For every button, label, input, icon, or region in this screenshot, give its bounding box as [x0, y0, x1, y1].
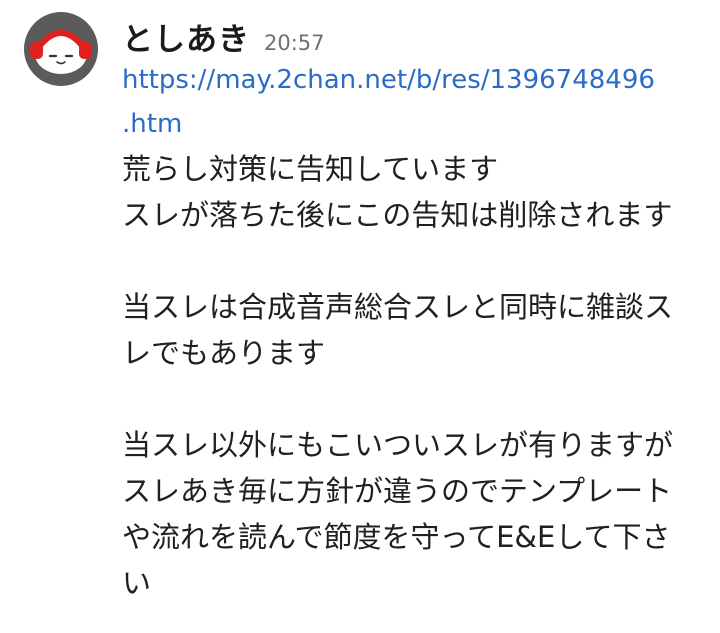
- message-header: としあき 20:57: [122, 14, 712, 58]
- headphone-face-avatar-icon: [30, 30, 92, 74]
- avatar[interactable]: [24, 12, 98, 86]
- message-paragraph: 当スレは合成音声総合スレと同時に雑談ス レでもあります: [122, 284, 712, 376]
- message-line: 当スレは合成音声総合スレと同時に雑談ス: [122, 290, 674, 324]
- message-line: 当スレ以外にもこいついスレが有りますが: [122, 428, 674, 462]
- message-paragraph: 当スレ以外にもこいついスレが有りますが スレあき毎に方針が違うのでテンプレート …: [122, 422, 712, 606]
- author-name[interactable]: としあき: [122, 14, 250, 59]
- message-paragraph: 荒らし対策に告知しています スレが落ちた後にこの告知は削除されます: [122, 146, 712, 238]
- message-timestamp: 20:57: [264, 31, 325, 55]
- message-body: 荒らし対策に告知しています スレが落ちた後にこの告知は削除されます 当スレは合成…: [122, 146, 712, 606]
- message-line: 荒らし対策に告知しています: [122, 152, 499, 186]
- chat-message: としあき 20:57 https://may.2chan.net/b/res/1…: [0, 0, 720, 633]
- message-content: としあき 20:57 https://may.2chan.net/b/res/1…: [122, 14, 712, 606]
- thread-link[interactable]: https://may.2chan.net/b/res/1396748496 .…: [122, 58, 662, 146]
- link-text-line-1: https://may.2chan.net/b/res/1396748496: [122, 65, 655, 95]
- link-text-line-2: .htm: [122, 109, 183, 139]
- message-line: スレあき毎に方針が違うのでテンプレート: [122, 474, 673, 508]
- message-line: い: [122, 566, 152, 600]
- message-line: スレが落ちた後にこの告知は削除されます: [122, 198, 673, 232]
- message-line: や流れを読んで節度を守ってE&Eして下さ: [122, 520, 671, 554]
- message-line: レでもあります: [122, 336, 326, 370]
